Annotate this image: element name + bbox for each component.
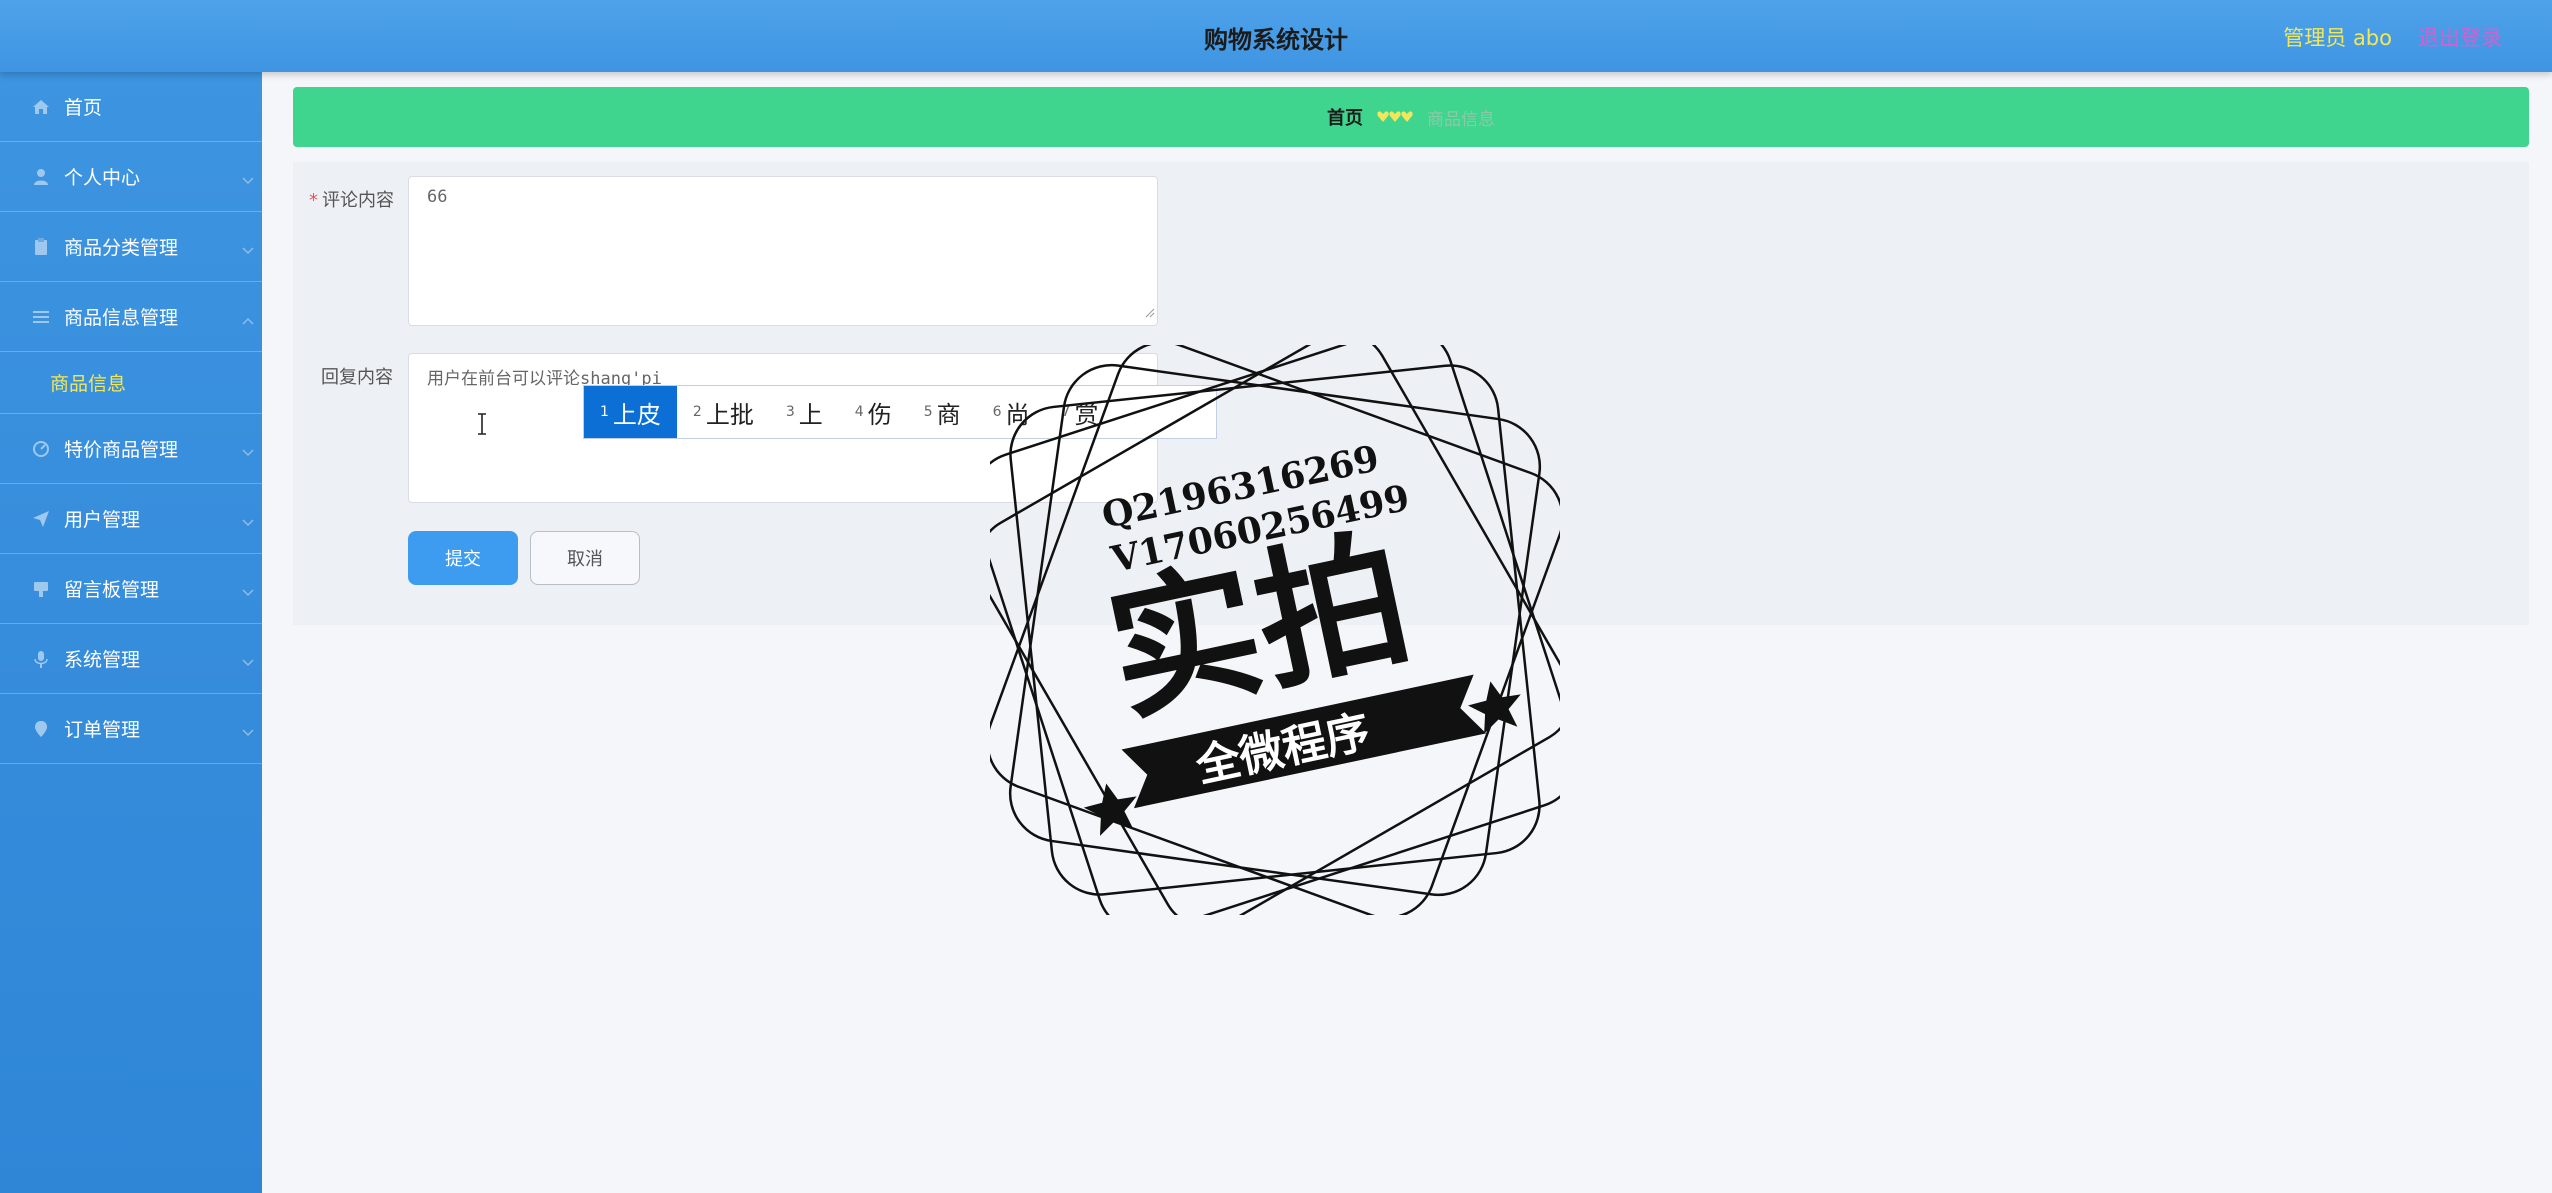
comment-text: 66 (427, 187, 448, 207)
breadcrumb: 首页 商品信息 (293, 87, 2529, 147)
ime-candidate[interactable]: 4伤 (839, 386, 908, 438)
app-title: 购物系统设计 (1204, 26, 1348, 54)
sidebar-item-product-info-management[interactable]: 商品信息管理 (0, 282, 262, 352)
message-board-icon (30, 578, 52, 600)
sidebar-item-label: 订单管理 (64, 719, 141, 741)
sidebar: 首页 个人中心 商品分类管理 商品信息管理 商品信息 特价商品管理 用户管理 留… (0, 72, 262, 1193)
sidebar-item-system-management[interactable]: 系统管理 (0, 624, 262, 694)
send-icon (30, 508, 52, 530)
sidebar-item-label: 商品分类管理 (64, 237, 179, 259)
sidebar-item-label: 系统管理 (64, 649, 141, 671)
ime-candidate[interactable]: 3上 (770, 386, 839, 438)
sidebar-item-label: 商品信息管理 (64, 307, 179, 329)
chevron-down-icon (242, 580, 254, 602)
ime-candidate[interactable]: 1 上皮 (584, 386, 677, 438)
logout-link[interactable]: 退出登录 (2418, 22, 2502, 52)
category-icon (30, 236, 52, 258)
chevron-down-icon (242, 720, 254, 742)
chevron-up-icon (242, 308, 254, 330)
dashboard-icon (30, 438, 52, 460)
sidebar-item-label: 留言板管理 (64, 579, 160, 601)
chevron-down-icon (242, 510, 254, 532)
sidebar-item-order-management[interactable]: 订单管理 (0, 694, 262, 764)
text-cursor-icon (475, 412, 489, 442)
required-mark: * (309, 190, 318, 211)
user-icon (30, 166, 52, 188)
submit-button[interactable]: 提交 (408, 531, 518, 585)
ime-candidate[interactable]: 2 上批 (677, 386, 770, 438)
comment-textarea[interactable]: 66 (408, 176, 1158, 326)
sidebar-item-message-board-management[interactable]: 留言板管理 (0, 554, 262, 624)
resize-handle-icon[interactable] (1145, 303, 1155, 323)
top-header: 购物系统设计 管理员 abo 退出登录 (0, 0, 2552, 72)
cancel-button[interactable]: 取消 (530, 531, 640, 585)
sidebar-item-special-product-management[interactable]: 特价商品管理 (0, 414, 262, 484)
sidebar-item-label: 特价商品管理 (64, 439, 179, 461)
sidebar-item-label: 个人中心 (64, 167, 141, 189)
ime-candidate[interactable]: 5商 (908, 386, 977, 438)
home-icon (30, 96, 52, 118)
sidebar-item-user-management[interactable]: 用户管理 (0, 484, 262, 554)
location-icon (30, 718, 52, 740)
chevron-down-icon (242, 168, 254, 190)
breadcrumb-current: 商品信息 (1427, 109, 1495, 130)
comment-label: * 评论内容 (309, 190, 394, 211)
breadcrumb-home[interactable]: 首页 (1327, 104, 1363, 130)
sidebar-item-label: 用户管理 (64, 509, 141, 531)
chevron-down-icon (242, 440, 254, 462)
chevron-down-icon (242, 238, 254, 260)
reply-label: 回复内容 (321, 367, 393, 388)
current-user-label: 管理员 abo (2283, 26, 2392, 50)
sidebar-item-label: 首页 (64, 97, 103, 119)
list-icon (30, 306, 52, 328)
watermark-stamp: Q2196316269 V17060256499 实拍 全微程序 (990, 345, 1560, 915)
chevron-down-icon (242, 650, 254, 672)
sidebar-subitem-label: 商品信息 (50, 373, 127, 395)
sidebar-item-home[interactable]: 首页 (0, 72, 262, 142)
sidebar-item-category-management[interactable]: 商品分类管理 (0, 212, 262, 282)
heart-separator-icon (1377, 110, 1413, 124)
sidebar-item-personal-center[interactable]: 个人中心 (0, 142, 262, 212)
microphone-icon (30, 648, 52, 670)
sidebar-subitem-product-info[interactable]: 商品信息 (0, 352, 262, 414)
